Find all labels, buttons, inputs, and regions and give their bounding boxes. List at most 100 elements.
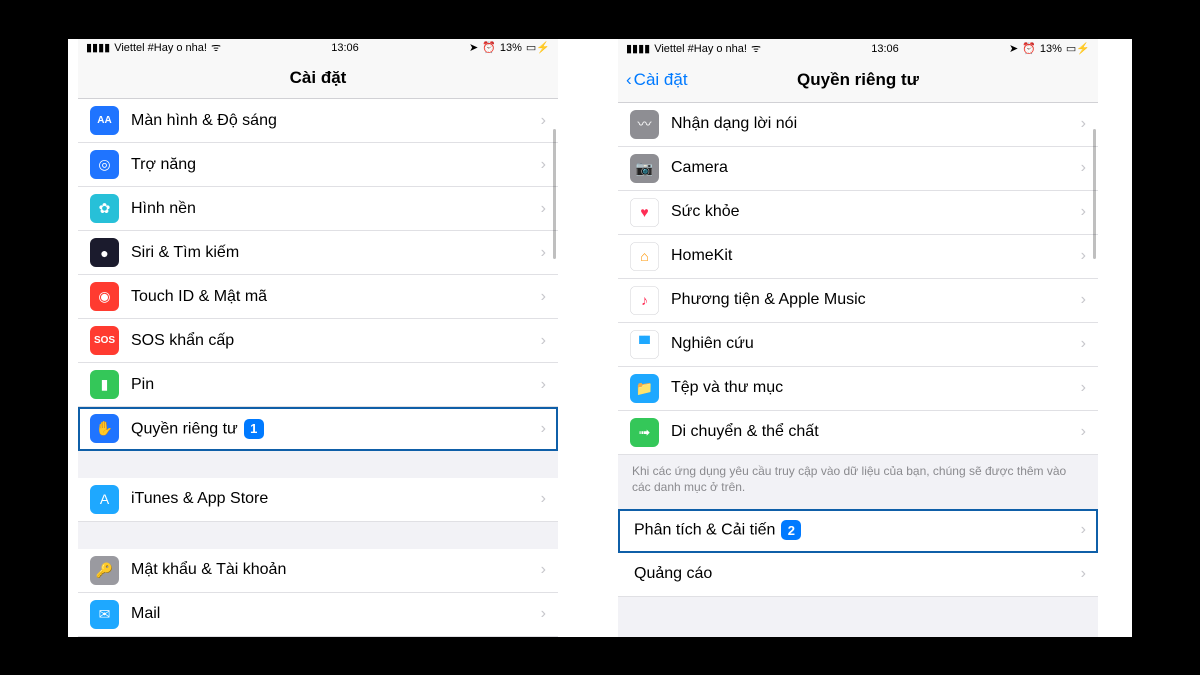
- row-label: Nhận dạng lời nói: [671, 115, 1081, 133]
- m-n-h-nh-s-ng-icon: AA: [90, 106, 119, 135]
- settings-row[interactable]: ➟ Di chuyển & thể chất›: [618, 411, 1098, 455]
- step-badge: 1: [244, 419, 264, 439]
- itunes-app-store-icon: A: [90, 485, 119, 514]
- touch-id-m-t-m--icon: ◉: [90, 282, 119, 311]
- phone-left: ▮▮▮▮ Viettel #Hay o nha! ᯤ 13:06 ➤ ⏰ 13%…: [78, 39, 558, 637]
- tr-n-ng-icon: ◎: [90, 150, 119, 179]
- settings-row[interactable]: SOS SOS khẩn cấp›: [78, 319, 558, 363]
- status-bar: ▮▮▮▮ Viettel #Hay o nha! ᯤ 13:06 ➤ ⏰ 13%…: [618, 39, 1098, 59]
- wifi-icon: ᯤ: [751, 41, 761, 56]
- wifi-icon: ᯤ: [211, 40, 221, 55]
- settings-row[interactable]: 📁 Tệp và thư mục›: [618, 367, 1098, 411]
- chevron-right-icon: ›: [541, 156, 546, 174]
- row-label: Màn hình & Độ sáng: [131, 112, 541, 130]
- carrier-text: Viettel #Hay o nha!: [114, 42, 207, 54]
- t-p-v-th-m-c-icon: 📁: [630, 374, 659, 403]
- row-label: Phương tiện & Apple Music: [671, 291, 1081, 309]
- settings-row[interactable]: ▮ Pin›: [78, 363, 558, 407]
- quy-n-ri-ng-t--icon: ✋: [90, 414, 119, 443]
- carrier-text: Viettel #Hay o nha!: [654, 43, 747, 55]
- chevron-right-icon: ›: [541, 490, 546, 508]
- chevron-right-icon: ›: [1081, 335, 1086, 353]
- row-label: Mật khẩu & Tài khoản: [131, 561, 541, 579]
- row-label: Mail: [131, 605, 541, 623]
- settings-row[interactable]: ●Siri & Tìm kiếm›: [78, 231, 558, 275]
- phone-right: ▮▮▮▮ Viettel #Hay o nha! ᯤ 13:06 ➤ ⏰ 13%…: [618, 39, 1098, 637]
- settings-row[interactable]: ♥ Sức khỏe›: [618, 191, 1098, 235]
- row-label: Sức khỏe: [671, 203, 1081, 221]
- alarm-icon: ⏰: [482, 41, 496, 54]
- settings-row[interactable]: ✋ Quyền riêng tư1›: [78, 407, 558, 451]
- row-label: Touch ID & Mật mã: [131, 288, 541, 306]
- settings-row[interactable]: ◉ Touch ID & Mật mã›: [78, 275, 558, 319]
- row-label: Quảng cáo: [634, 565, 1081, 583]
- pin-icon: ▮: [90, 370, 119, 399]
- nh-n-d-ng-l-i-n-i-icon: 〰: [630, 110, 659, 139]
- homekit-icon: ⌂: [630, 242, 659, 271]
- m-t-kh-u-t-i-kho-n-icon: 🔑: [90, 556, 119, 585]
- chevron-right-icon: ›: [541, 288, 546, 306]
- chevron-right-icon: ›: [1081, 379, 1086, 397]
- tutorial-frame: ▮▮▮▮ Viettel #Hay o nha! ᯤ 13:06 ➤ ⏰ 13%…: [68, 39, 1132, 637]
- settings-list: AAMàn hình & Độ sáng›◎Trợ năng›✿Hình nền…: [78, 99, 558, 451]
- chevron-right-icon: ›: [1081, 203, 1086, 221]
- settings-row[interactable]: Quảng cáo›: [618, 553, 1098, 597]
- chevron-right-icon: ›: [1081, 115, 1086, 133]
- alarm-icon: ⏰: [1022, 42, 1036, 55]
- row-label: Di chuyển & thể chất: [671, 423, 1081, 441]
- chevron-right-icon: ›: [541, 376, 546, 394]
- di-chuy-n-th-ch-t-icon: ➟: [630, 418, 659, 447]
- chevron-left-icon: ‹: [626, 70, 632, 90]
- settings-row[interactable]: Phân tích & Cải tiến2›: [618, 509, 1098, 553]
- row-label: iTunes & App Store: [131, 490, 541, 508]
- clock: 13:06: [331, 42, 359, 54]
- settings-row[interactable]: AA Màn hình & Độ sáng›: [78, 99, 558, 143]
- chevron-right-icon: ›: [1081, 521, 1086, 539]
- settings-row[interactable]: ✿Hình nền›: [78, 187, 558, 231]
- clock: 13:06: [871, 43, 899, 55]
- settings-row[interactable]: ◎Trợ năng›: [78, 143, 558, 187]
- row-label: Tệp và thư mục: [671, 379, 1081, 397]
- navbar: Cài đặt: [78, 57, 558, 99]
- back-button[interactable]: ‹ Cài đặt: [626, 70, 688, 90]
- signal-icon: ▮▮▮▮: [86, 41, 110, 54]
- chevron-right-icon: ›: [1081, 565, 1086, 583]
- settings-row[interactable]: 🔑 Mật khẩu & Tài khoản›: [78, 549, 558, 593]
- settings-row[interactable]: ♪Phương tiện & Apple Music›: [618, 279, 1098, 323]
- settings-row[interactable]: ▝▘ Nghiên cứu›: [618, 323, 1098, 367]
- chevron-right-icon: ›: [541, 332, 546, 350]
- chevron-right-icon: ›: [541, 561, 546, 579]
- chevron-right-icon: ›: [541, 420, 546, 438]
- privacy-list: 〰Nhận dạng lời nói›📷Camera›♥Sức khỏe›⌂Ho…: [618, 103, 1098, 455]
- ph-ng-ti-n-apple-music-icon: ♪: [630, 286, 659, 315]
- h-nh-n-n-icon: ✿: [90, 194, 119, 223]
- page-title: Quyền riêng tư: [797, 70, 919, 90]
- row-label: Pin: [131, 376, 541, 394]
- signal-icon: ▮▮▮▮: [626, 42, 650, 55]
- battery-text: 13%: [1040, 43, 1062, 55]
- mail-icon: ✉: [90, 600, 119, 629]
- row-label: Camera: [671, 159, 1081, 177]
- row-label: Quyền riêng tư1: [131, 419, 541, 439]
- settings-row[interactable]: ✉Mail›: [78, 593, 558, 637]
- battery-text: 13%: [500, 42, 522, 54]
- status-bar: ▮▮▮▮ Viettel #Hay o nha! ᯤ 13:06 ➤ ⏰ 13%…: [78, 39, 558, 58]
- row-label: Nghiên cứu: [671, 335, 1081, 353]
- back-label: Cài đặt: [634, 70, 688, 90]
- row-label: SOS khẩn cấp: [131, 332, 541, 350]
- battery-icon: ▭⚡: [526, 41, 550, 54]
- chevron-right-icon: ›: [1081, 423, 1086, 441]
- s-c-kh-e-icon: ♥: [630, 198, 659, 227]
- chevron-right-icon: ›: [541, 244, 546, 262]
- settings-row[interactable]: 〰 Nhận dạng lời nói›: [618, 103, 1098, 147]
- chevron-right-icon: ›: [541, 112, 546, 130]
- nghi-n-c-u-icon: ▝▘: [630, 330, 659, 359]
- settings-row[interactable]: AiTunes & App Store›: [78, 478, 558, 522]
- step-badge: 2: [781, 520, 801, 540]
- settings-row[interactable]: ⌂HomeKit›: [618, 235, 1098, 279]
- sos-kh-n-c-p-icon: SOS: [90, 326, 119, 355]
- location-icon: ➤: [1009, 42, 1018, 55]
- settings-row[interactable]: 📷Camera›: [618, 147, 1098, 191]
- row-label: Siri & Tìm kiếm: [131, 244, 541, 262]
- location-icon: ➤: [469, 41, 478, 54]
